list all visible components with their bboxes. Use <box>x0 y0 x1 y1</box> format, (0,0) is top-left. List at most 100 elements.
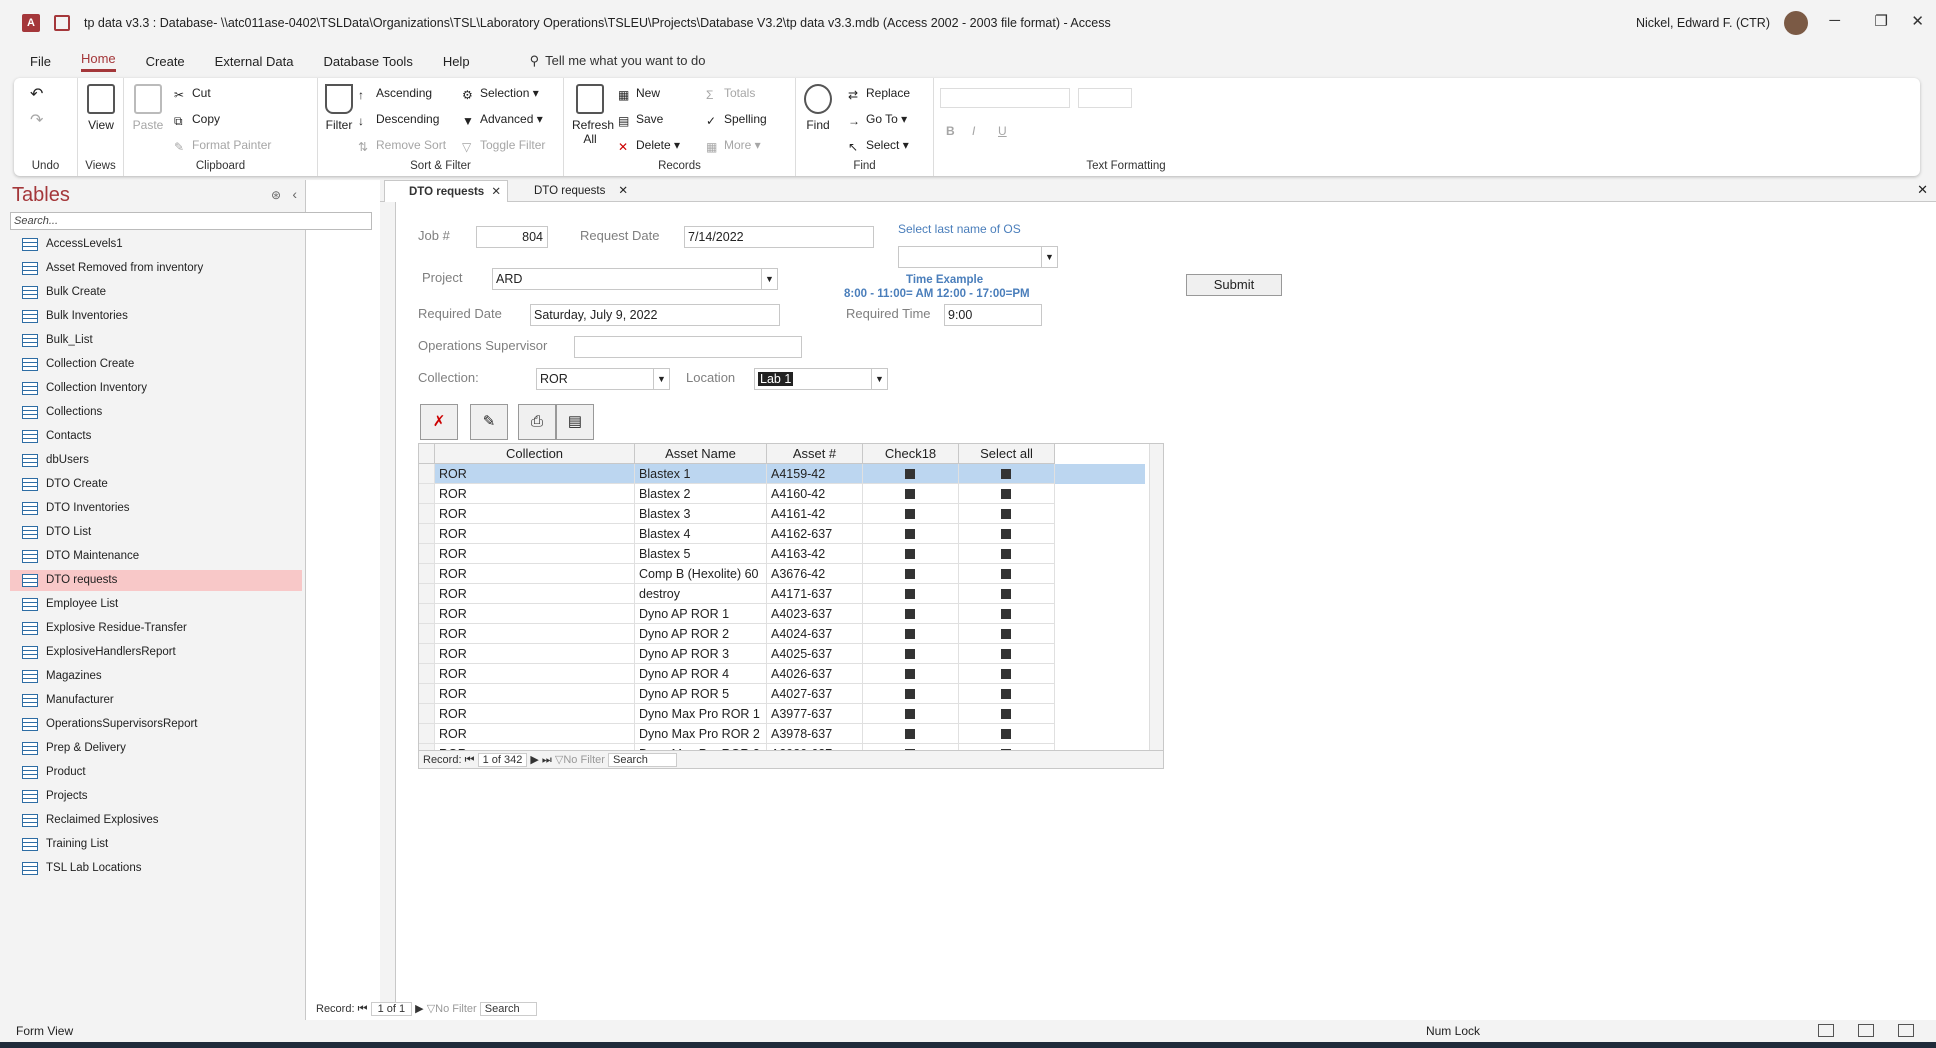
row-selector[interactable] <box>419 604 435 624</box>
table-row[interactable]: ROR Blastex 5 A4163-42 <box>419 544 1145 564</box>
cell-collection[interactable]: ROR <box>435 724 635 744</box>
select-all-checkbox[interactable] <box>1001 689 1011 699</box>
cell-asset-number[interactable]: A4025-637 <box>767 644 863 664</box>
form-view-icon[interactable] <box>1818 1024 1834 1037</box>
nav-table-item[interactable]: Bulk Create <box>10 282 302 303</box>
select-all-checkbox[interactable] <box>1001 629 1011 639</box>
table-row[interactable]: ROR destroy A4171-637 <box>419 584 1145 604</box>
nav-table-item[interactable]: Manufacturer <box>10 690 302 711</box>
nav-table-item[interactable]: DTO requests <box>10 570 302 591</box>
location-dropdown[interactable]: Lab 1 ▼ <box>754 368 888 390</box>
select-all-corner[interactable] <box>419 444 435 464</box>
column-header-asset-name[interactable]: Asset Name <box>635 444 767 464</box>
cell-collection[interactable]: ROR <box>435 684 635 704</box>
cut-button[interactable]: ✂ Cut <box>174 86 211 102</box>
nav-table-item[interactable]: Magazines <box>10 666 302 687</box>
select-all-checkbox[interactable] <box>1001 509 1011 519</box>
check18-checkbox[interactable] <box>905 529 915 539</box>
current-record-field[interactable]: 1 of 342 <box>477 753 528 767</box>
font-size-dropdown[interactable] <box>1078 88 1132 108</box>
export-button[interactable]: ▤ <box>556 404 594 440</box>
table-row[interactable]: ROR Dyno Max Pro ROR 2 A3978-637 <box>419 724 1145 744</box>
italic-button[interactable]: I <box>972 124 975 138</box>
cell-asset-name[interactable]: Dyno Max Pro ROR 1 <box>635 704 767 724</box>
check18-checkbox[interactable] <box>905 669 915 679</box>
nav-table-item[interactable]: Employee List <box>10 594 302 615</box>
chevron-down-icon[interactable]: ▼ <box>653 369 669 389</box>
menu-home[interactable]: Home <box>80 51 116 72</box>
check18-checkbox[interactable] <box>905 709 915 719</box>
select-all-checkbox[interactable] <box>1001 729 1011 739</box>
row-selector[interactable] <box>419 724 435 744</box>
next-record-icon[interactable]: ▶ <box>530 754 538 766</box>
submit-button[interactable]: Submit <box>1186 274 1282 296</box>
redo-icon[interactable]: ↷ <box>30 110 43 130</box>
cell-collection[interactable]: ROR <box>435 524 635 544</box>
check18-checkbox[interactable] <box>905 649 915 659</box>
cell-collection[interactable]: ROR <box>435 664 635 684</box>
more-button[interactable]: ▦ More ▾ <box>706 138 761 154</box>
cell-asset-number[interactable]: A4024-637 <box>767 624 863 644</box>
select-all-checkbox[interactable] <box>1001 649 1011 659</box>
table-row[interactable]: ROR Blastex 1 A4159-42 <box>419 464 1145 484</box>
nav-table-item[interactable]: Collection Create <box>10 354 302 375</box>
avatar[interactable] <box>1784 11 1808 35</box>
cell-asset-number[interactable]: A4171-637 <box>767 584 863 604</box>
job-number-field[interactable]: 804 <box>476 226 548 248</box>
table-row[interactable]: ROR Dyno AP ROR 4 A4026-637 <box>419 664 1145 684</box>
save-record-button[interactable]: ▤ Save <box>618 112 663 128</box>
cell-collection[interactable]: ROR <box>435 564 635 584</box>
nav-options-icon[interactable]: ⊛ <box>271 188 281 202</box>
delete-record-button[interactable]: ✗ <box>420 404 458 440</box>
select-all-checkbox[interactable] <box>1001 569 1011 579</box>
cell-asset-name[interactable]: Dyno AP ROR 3 <box>635 644 767 664</box>
cell-asset-number[interactable]: A4023-637 <box>767 604 863 624</box>
nav-table-item[interactable]: Training List <box>10 834 302 855</box>
restore-icon[interactable]: ❐ <box>1875 12 1888 30</box>
replace-button[interactable]: ⇄ Replace <box>848 86 910 102</box>
check18-checkbox[interactable] <box>905 589 915 599</box>
cell-asset-name[interactable]: Blastex 2 <box>635 484 767 504</box>
nav-table-item[interactable]: Collection Inventory <box>10 378 302 399</box>
cell-asset-number[interactable]: A4159-42 <box>767 464 863 484</box>
undo-icon[interactable]: ↶ <box>30 84 43 104</box>
check18-checkbox[interactable] <box>905 569 915 579</box>
nav-table-item[interactable]: DTO Maintenance <box>10 546 302 567</box>
row-selector[interactable] <box>419 644 435 664</box>
select-all-checkbox[interactable] <box>1001 589 1011 599</box>
select-all-checkbox[interactable] <box>1001 529 1011 539</box>
cell-asset-name[interactable]: Blastex 5 <box>635 544 767 564</box>
check18-checkbox[interactable] <box>905 549 915 559</box>
collection-dropdown[interactable]: ROR ▼ <box>536 368 670 390</box>
tell-me-search[interactable]: ⚲ Tell me what you want to do <box>530 53 706 69</box>
cell-collection[interactable]: ROR <box>435 484 635 504</box>
table-row[interactable]: ROR Blastex 3 A4161-42 <box>419 504 1145 524</box>
menu-file[interactable]: File <box>30 54 51 69</box>
row-selector[interactable] <box>419 584 435 604</box>
tab-dto-requests-table[interactable]: DTO requests ✕ <box>510 180 634 202</box>
filter-button[interactable]: Filter <box>324 84 354 132</box>
nav-table-item[interactable]: TSL Lab Locations <box>10 858 302 879</box>
print-button[interactable]: ⎙ <box>518 404 556 440</box>
row-selector[interactable] <box>419 684 435 704</box>
table-row[interactable]: ROR Dyno AP ROR 3 A4025-637 <box>419 644 1145 664</box>
nav-table-item[interactable]: OperationsSupervisorsReport <box>10 714 302 735</box>
cell-collection[interactable]: ROR <box>435 584 635 604</box>
spelling-button[interactable]: ✓ Spelling <box>706 112 767 128</box>
cell-collection[interactable]: ROR <box>435 464 635 484</box>
nav-table-item[interactable]: AccessLevels1 <box>10 234 302 255</box>
remove-sort-button[interactable]: ⇅ Remove Sort <box>358 138 446 154</box>
check18-checkbox[interactable] <box>905 469 915 479</box>
cell-asset-number[interactable]: A4026-637 <box>767 664 863 684</box>
select-all-checkbox[interactable] <box>1001 489 1011 499</box>
nav-table-item[interactable]: Product <box>10 762 302 783</box>
bold-button[interactable]: B <box>946 124 955 138</box>
first-record-icon[interactable]: ⏮ <box>358 1003 368 1015</box>
cell-asset-name[interactable]: Dyno AP ROR 4 <box>635 664 767 684</box>
find-button[interactable]: Find <box>802 84 834 132</box>
menu-database-tools[interactable]: Database Tools <box>323 54 412 69</box>
nav-table-item[interactable]: Projects <box>10 786 302 807</box>
cell-asset-number[interactable]: A4027-637 <box>767 684 863 704</box>
nav-table-item[interactable]: Explosive Residue-Transfer <box>10 618 302 639</box>
first-record-icon[interactable]: ⏮ <box>465 754 475 766</box>
